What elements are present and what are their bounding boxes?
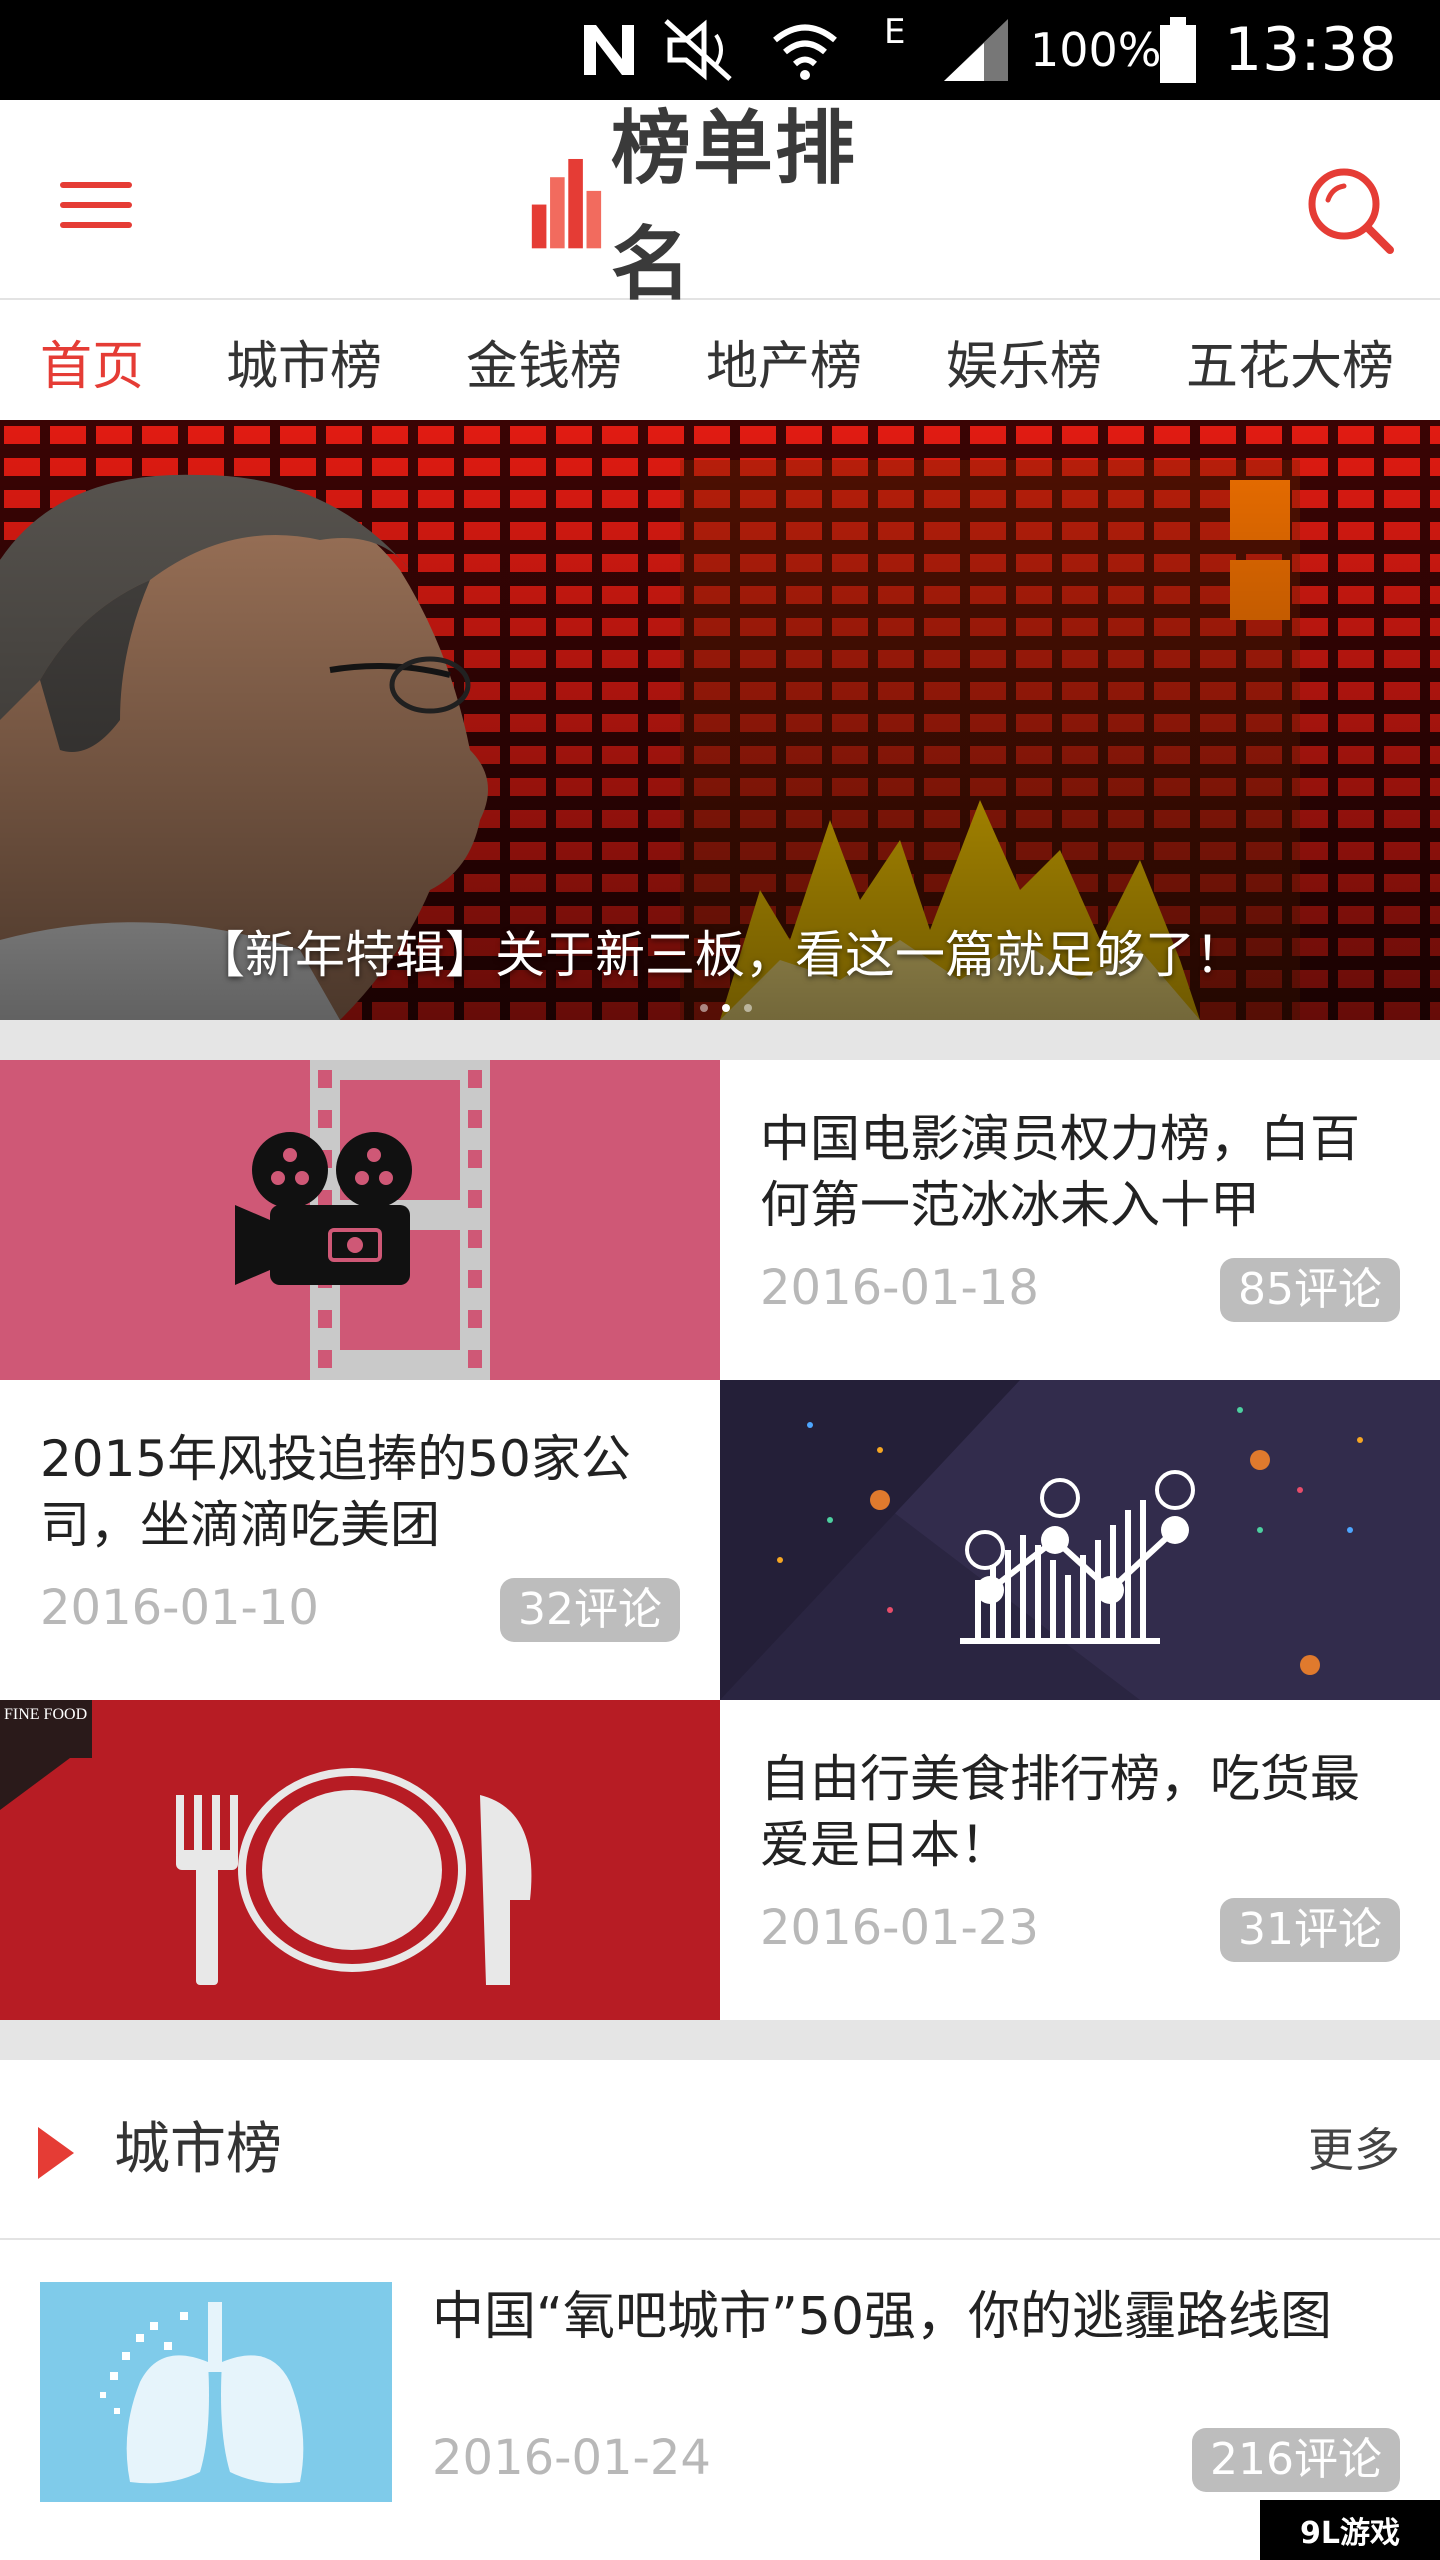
article-title[interactable]: 自由行美食排行榜，吃货最爱是日本！ <box>760 1746 1400 1878</box>
article-date: 2016-01-10 <box>40 1580 319 1636</box>
search-icon <box>1308 168 1394 254</box>
tab-realestate[interactable]: 地产榜 <box>706 302 862 420</box>
section-title: 城市榜 <box>114 2117 282 2182</box>
article-card[interactable]: 自由行美食排行榜，吃货最爱是日本！ 2016-01-23 31评论 <box>720 1700 1440 2020</box>
logo-bars-icon <box>531 158 602 249</box>
list-item[interactable]: 中国“氧吧城市”50强，你的逃霾路线图 2016-01-24 216评论 <box>0 2242 1440 2560</box>
article-title[interactable]: 中国电影演员权力榜，白百何第一范冰冰未入十甲 <box>760 1106 1400 1238</box>
menu-icon-bar <box>60 222 132 228</box>
app-logo: 榜单排名 <box>530 102 910 311</box>
section-header-city: 城市榜 更多 <box>0 2060 1440 2240</box>
article-card-image[interactable]: FINE FOOD <box>0 1700 720 2020</box>
menu-button[interactable] <box>40 160 150 250</box>
article-card-image[interactable] <box>0 1060 720 1380</box>
comment-count-badge[interactable]: 32评论 <box>500 1578 680 1642</box>
comment-count-badge[interactable]: 31评论 <box>1220 1898 1400 1962</box>
carousel-dot <box>700 1004 708 1012</box>
tab-money[interactable]: 金钱榜 <box>466 302 622 420</box>
article-card[interactable]: 2015年风投追捧的50家公司，坐滴滴吃美团 2016-01-10 32评论 <box>0 1380 720 1700</box>
network-type: E <box>884 12 906 52</box>
article-title[interactable]: 2015年风投追捧的50家公司，坐滴滴吃美团 <box>40 1426 680 1558</box>
list-item-title[interactable]: 中国“氧吧城市”50强，你的逃霾路线图 <box>432 2282 1412 2352</box>
list-item-date: 2016-01-24 <box>432 2430 711 2486</box>
carousel-dot-active <box>722 1004 730 1012</box>
category-tabs: 首页 城市榜 金钱榜 地产榜 娱乐榜 五花大榜 <box>0 302 1440 420</box>
search-button[interactable] <box>1300 160 1400 260</box>
tab-misc[interactable]: 五花大榜 <box>1186 302 1394 420</box>
lungs-icon <box>40 2282 392 2502</box>
play-triangle-icon <box>38 2127 74 2179</box>
carousel-dot <box>744 1004 752 1012</box>
tab-city[interactable]: 城市榜 <box>226 302 382 420</box>
signal-icon <box>940 0 1012 100</box>
fine-food-label: FINE FOOD <box>4 1706 88 1723</box>
money-chart-icon <box>720 1380 1440 1700</box>
logo-text: 榜单排名 <box>610 102 857 311</box>
comment-count-badge[interactable]: 216评论 <box>1192 2428 1400 2492</box>
hero-caption[interactable]: 【新年特辑】关于新三板，看这一篇就足够了！ <box>0 910 1440 1000</box>
menu-icon <box>60 182 132 188</box>
comment-count-badge[interactable]: 85评论 <box>1220 1258 1400 1322</box>
battery-icon <box>1158 0 1198 100</box>
more-link[interactable]: 更多 <box>1308 2060 1400 2240</box>
app-header: 榜单排名 <box>0 100 1440 311</box>
tab-home[interactable]: 首页 <box>40 302 144 420</box>
menu-icon-bar <box>60 202 132 208</box>
divider <box>0 1020 1440 1060</box>
clock: 13:38 <box>1224 15 1397 85</box>
film-camera-icon <box>0 1060 720 1380</box>
article-card-image[interactable] <box>720 1380 1440 1700</box>
list-thumbnail <box>40 2282 392 2502</box>
battery-percent: 100% <box>1030 23 1162 77</box>
watermark-logo: 9L游戏 <box>1260 2500 1440 2560</box>
article-card[interactable]: 中国电影演员权力榜，白百何第一范冰冰未入十甲 2016-01-18 85评论 <box>720 1060 1440 1380</box>
carousel-indicator <box>700 1004 752 1012</box>
article-date: 2016-01-18 <box>760 1260 1039 1316</box>
divider <box>0 2020 1440 2060</box>
plate-cutlery-icon <box>0 1700 720 2020</box>
tab-entertainment[interactable]: 娱乐榜 <box>946 302 1102 420</box>
article-date: 2016-01-23 <box>760 1900 1039 1956</box>
